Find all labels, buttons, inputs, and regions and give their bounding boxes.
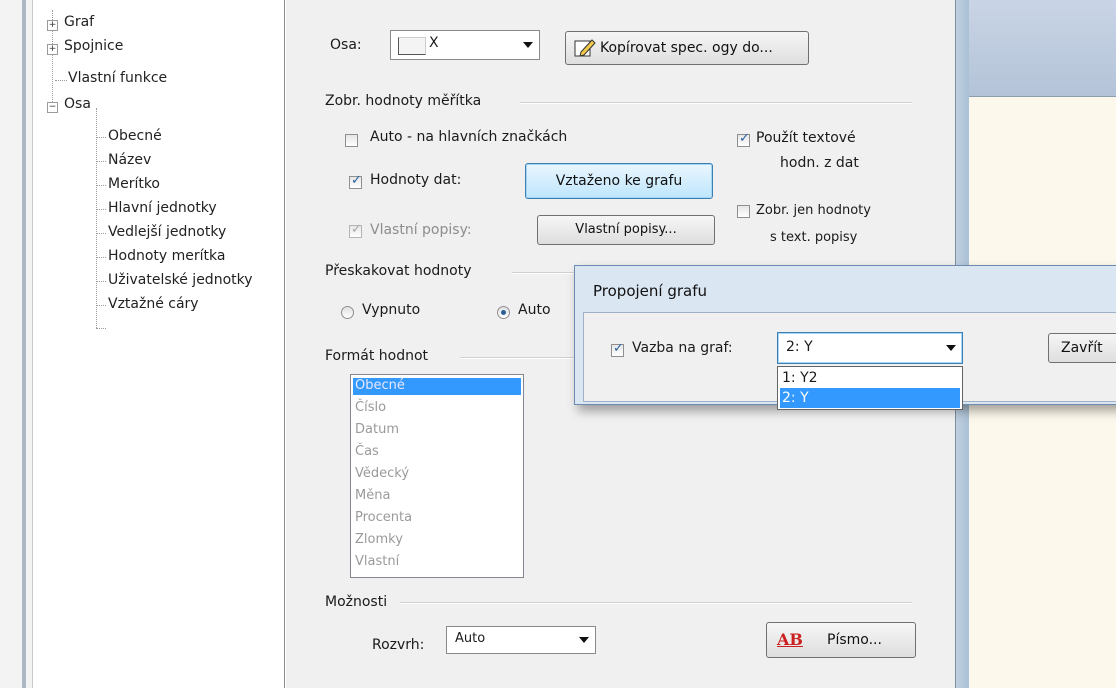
list-item[interactable]: Zlomky [355,532,403,547]
skip-values-group-title: Přeskakovat hodnoty [325,263,472,279]
axis-value: X [429,35,439,51]
expand-icon[interactable]: + [47,44,58,55]
skip-off-radio[interactable] [341,306,354,319]
group-divider [460,357,574,359]
tree-connector [96,233,106,234]
tree-connector [96,305,106,306]
tree-item-graf[interactable]: Graf [64,14,94,30]
only-text-values-label-2: s text. popisy [770,230,858,245]
font-button[interactable]: AB Písmo... [766,622,916,658]
expand-icon[interactable]: + [47,20,58,31]
skip-auto-radio[interactable] [497,306,510,319]
tree-item-spojnice[interactable]: Spojnice [64,38,123,54]
graph-dropdown-list[interactable]: 1: Y2 2: Y [777,366,963,410]
tree-item-vedlejsi-jednotky[interactable]: Vedlejší jednotky [108,224,226,240]
dropdown-option-y[interactable]: 2: Y [780,388,960,408]
format-listbox[interactable]: Obecné Číslo Datum Čas Vědecký Měna Proc… [350,374,524,578]
tree-connector [96,281,106,282]
tree-connector [96,209,106,210]
checkmark-icon: ✓ [739,131,750,146]
tree-connector [55,80,67,81]
tree-item-vztazne-cary[interactable]: Vztažné cáry [108,296,199,312]
background-window-band [969,0,1116,97]
checkmark-icon: ✓ [351,173,362,188]
axis-select[interactable]: X [390,30,540,60]
link-to-graph-label: Vazba na graf: [632,340,733,356]
use-text-values-label: Použít textové [756,130,856,146]
list-item[interactable]: Měna [355,488,390,503]
tree-item-hlavni-jednotky[interactable]: Hlavní jednotky [108,200,217,216]
tree-item-osa[interactable]: Osa [64,96,91,112]
only-text-values-label: Zobr. jen hodnoty [756,203,871,218]
skip-auto-label: Auto [518,302,551,318]
skip-off-label: Vypnuto [362,302,421,318]
dropdown-option-y2[interactable]: 1: Y2 [780,368,960,388]
list-item[interactable]: Vlastní [355,554,399,569]
tree-item-obecne[interactable]: Obecné [108,128,162,144]
tree-item-uzivatelske-jednotky[interactable]: Uživatelské jednotky [108,272,253,288]
data-values-checkbox[interactable]: ✓ [349,173,362,189]
font-icon: AB [777,623,803,657]
font-button-label: Písmo... [827,632,882,648]
use-text-values-checkbox[interactable]: ✓ [737,131,750,147]
group-divider [512,272,574,274]
tree-item-nazev[interactable]: Název [108,152,151,168]
graph-select-value: 2: Y [786,339,813,355]
left-window-edge [0,0,33,688]
use-text-values-label-2: hodn. z dat [780,155,859,171]
list-item[interactable]: Vědecký [355,466,409,481]
radio-dot-icon [501,310,506,315]
chevron-down-icon [523,42,533,48]
custom-labels-button[interactable]: Vlastní popisy... [537,215,715,245]
tree-connector [96,257,106,258]
tree-connector [96,161,106,162]
list-item[interactable]: Čas [355,444,379,459]
font-icon-letters: AB [777,630,803,649]
layout-label: Rozvrh: [372,637,425,653]
tree-item-hodnoty-meritka[interactable]: Hodnoty merítka [108,248,225,264]
group-divider [520,102,912,104]
link-to-graph-checkbox[interactable]: ✓ [611,341,624,357]
tree-connector [96,328,106,329]
tree-connector [96,137,106,138]
copy-axis-button[interactable]: Kopírovat spec. ogy do... [565,31,809,65]
related-to-graph-button[interactable]: Vztaženo ke grafu [525,163,713,199]
only-text-values-checkbox[interactable] [737,205,750,218]
chevron-down-icon [579,637,589,643]
collapse-icon[interactable]: − [47,102,58,113]
checkmark-icon: ✓ [613,341,624,356]
tree-connector [96,108,97,328]
list-item[interactable]: Datum [355,422,399,437]
auto-major-ticks-label: Auto - na hlavních značkách [370,129,568,145]
axis-icon [398,37,426,55]
list-item[interactable]: Procenta [355,510,412,525]
scale-values-group-title: Zobr. hodnoty měřítka [325,93,482,109]
graph-select[interactable]: 2: Y [777,332,963,364]
list-item[interactable]: Číslo [355,400,386,415]
axis-label: Osa: [330,37,362,53]
checkmark-icon: ✓ [351,222,362,237]
layout-select[interactable]: Auto [446,626,596,654]
custom-labels-label: Vlastní popisy: [370,222,472,238]
options-group-title: Možnosti [325,594,388,610]
tree-item-vlastni-funkce[interactable]: Vlastní funkce [68,70,167,86]
edit-pencil-icon [574,39,596,57]
settings-tree: + Graf + Spojnice Vlastní funkce − Osa O… [40,0,285,688]
chevron-down-icon [946,345,956,351]
copy-axis-label: Kopírovat spec. ogy do... [600,40,773,56]
scrollbar-track[interactable] [22,0,26,688]
data-values-label: Hodnoty dat: [370,172,462,188]
custom-labels-checkbox[interactable]: ✓ [349,222,362,238]
dialog-title: Propojení grafu [593,282,708,300]
auto-major-ticks-checkbox[interactable] [345,134,358,147]
tree-connector [96,185,106,186]
layout-value: Auto [455,631,486,646]
close-button[interactable]: Zavřít [1048,333,1116,363]
format-group-title: Formát hodnot [325,348,429,364]
list-item[interactable]: Obecné [355,378,405,393]
group-divider [400,602,912,604]
tree-item-meritko[interactable]: Merítko [108,176,160,192]
